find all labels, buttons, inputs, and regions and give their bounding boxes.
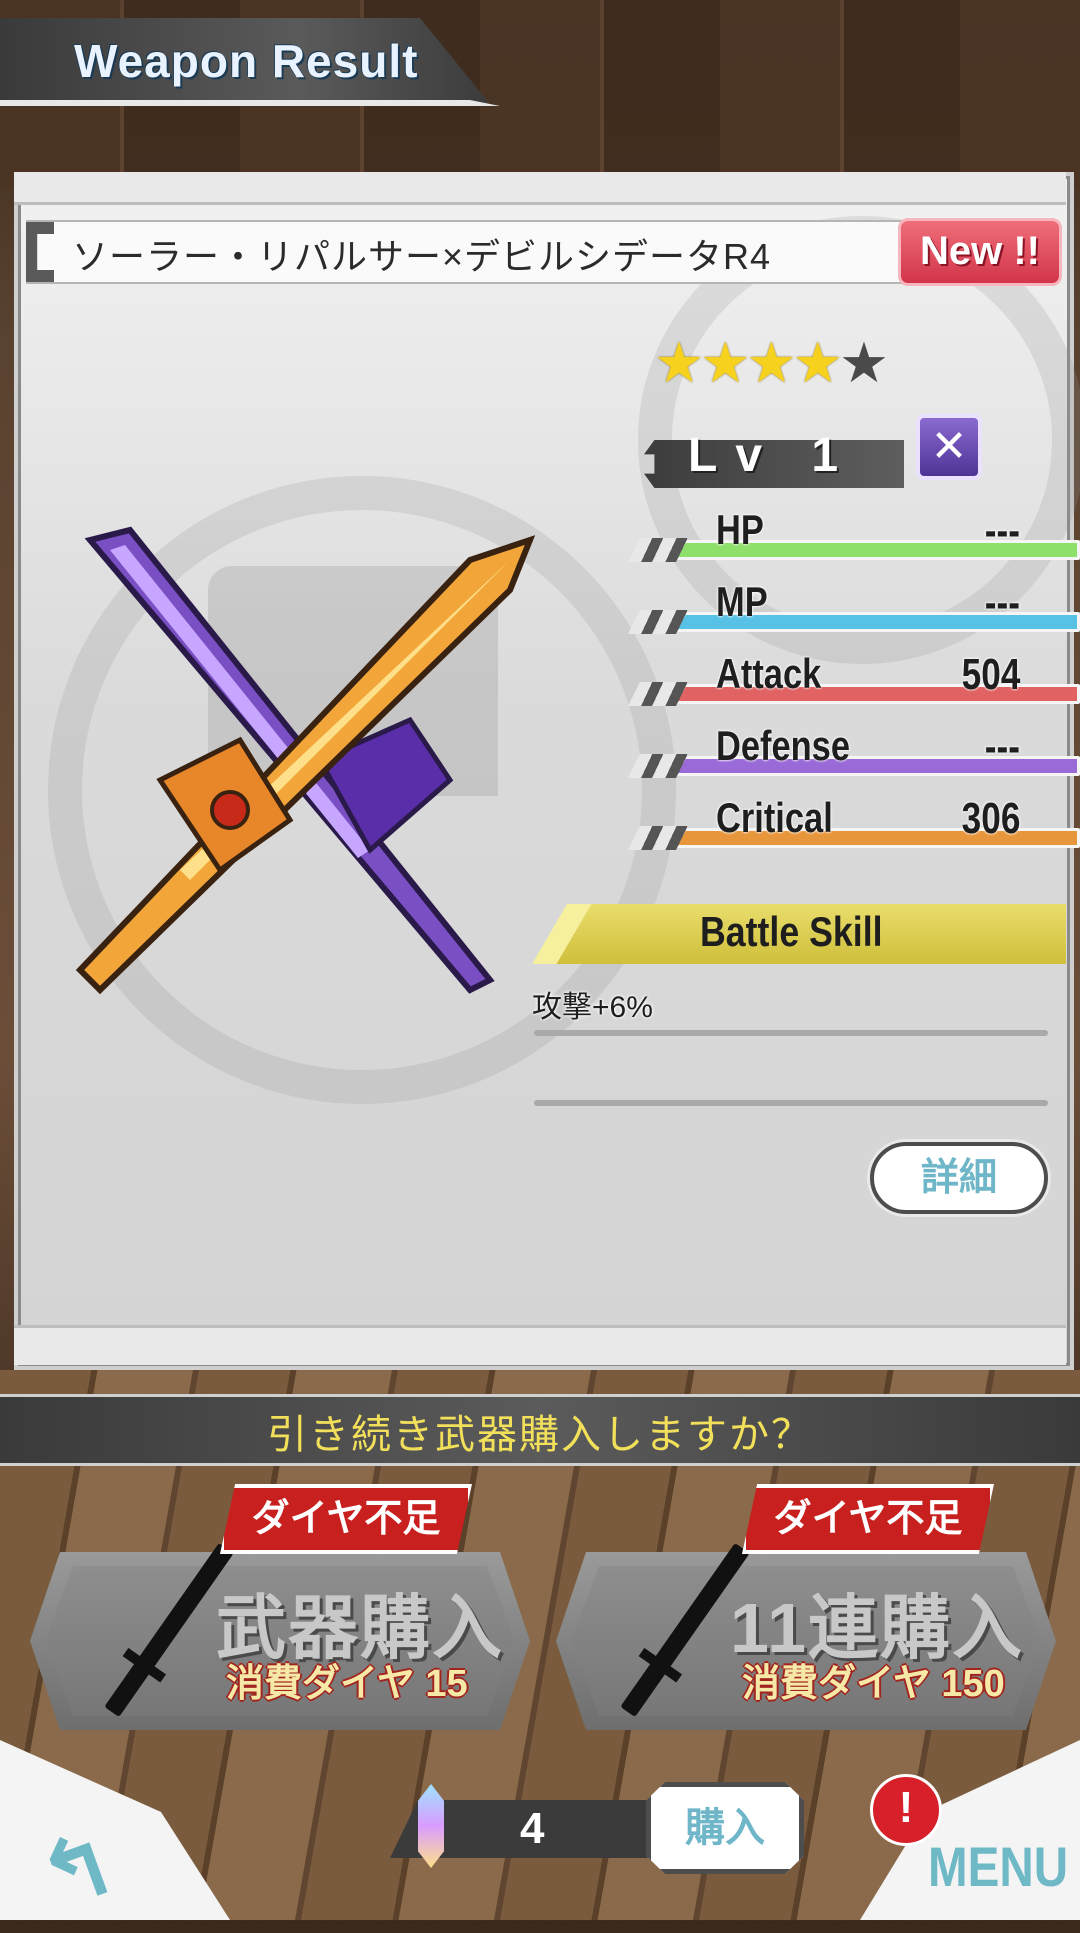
stat-value: --- <box>984 722 1020 771</box>
card-top-edge <box>14 172 1066 205</box>
rarity-stars: ★★★★★ <box>654 330 889 396</box>
stat-row-mp: MP --- <box>628 578 1080 640</box>
stat-label: Critical <box>716 794 833 841</box>
card-bottom-edge <box>14 1325 1066 1365</box>
stat-value: 504 <box>961 650 1020 699</box>
crossed-swords-icon: ✕ <box>916 414 982 480</box>
level-display: Lv 1 <box>688 428 856 483</box>
stat-row-critical: Critical 306 <box>628 794 1080 856</box>
insufficient-diamond-tag: ダイヤ不足 <box>220 1484 472 1554</box>
battle-skill-description: 攻撃+6% <box>532 991 653 1024</box>
level-value: 1 <box>811 429 857 482</box>
detail-button[interactable]: 詳細 <box>870 1142 1048 1214</box>
alert-badge: ! <box>870 1774 942 1846</box>
battle-skill-label: Battle Skill <box>700 908 883 955</box>
buy-diamonds-button[interactable]: 購入 <box>646 1782 804 1874</box>
new-badge: New !! <box>898 218 1062 286</box>
level-label: Lv <box>688 429 781 482</box>
weapon-image <box>75 526 536 995</box>
star-icon: ★ <box>654 331 704 394</box>
star-icon: ★ <box>700 331 750 394</box>
stat-value: --- <box>984 578 1020 627</box>
stat-label: Defense <box>716 722 850 769</box>
menu-button[interactable]: MENU <box>928 1834 1068 1899</box>
stat-label: HP <box>716 506 764 553</box>
weapon-name: ソーラー・リパルサー×デビルシデータR4 <box>72 236 772 277</box>
skill-divider <box>534 1030 1048 1036</box>
header-accent-line <box>0 100 500 106</box>
stat-row-defense: Defense --- <box>628 722 1080 784</box>
diamond-icon <box>418 1784 444 1868</box>
star-empty-icon: ★ <box>838 331 889 394</box>
continue-purchase-question: 引き続き武器購入しますか？ <box>267 1413 813 1457</box>
stat-value: 306 <box>961 794 1020 843</box>
gem-count: 4 <box>520 1804 545 1853</box>
stat-row-hp: HP --- <box>628 506 1080 568</box>
multi-purchase-cost: 消費ダイヤ 150 <box>742 1663 1005 1705</box>
stat-label: Attack <box>716 650 822 697</box>
star-icon: ★ <box>792 331 843 394</box>
star-icon: ★ <box>746 331 796 394</box>
insufficient-diamond-tag: ダイヤ不足 <box>742 1484 994 1554</box>
page-title: Weapon Result <box>74 35 419 87</box>
stat-label: MP <box>716 578 768 625</box>
single-purchase-cost: 消費ダイヤ 15 <box>226 1663 468 1705</box>
stat-value: --- <box>984 506 1020 555</box>
stat-row-attack: Attack 504 <box>628 650 1080 712</box>
skill-divider <box>534 1100 1048 1106</box>
